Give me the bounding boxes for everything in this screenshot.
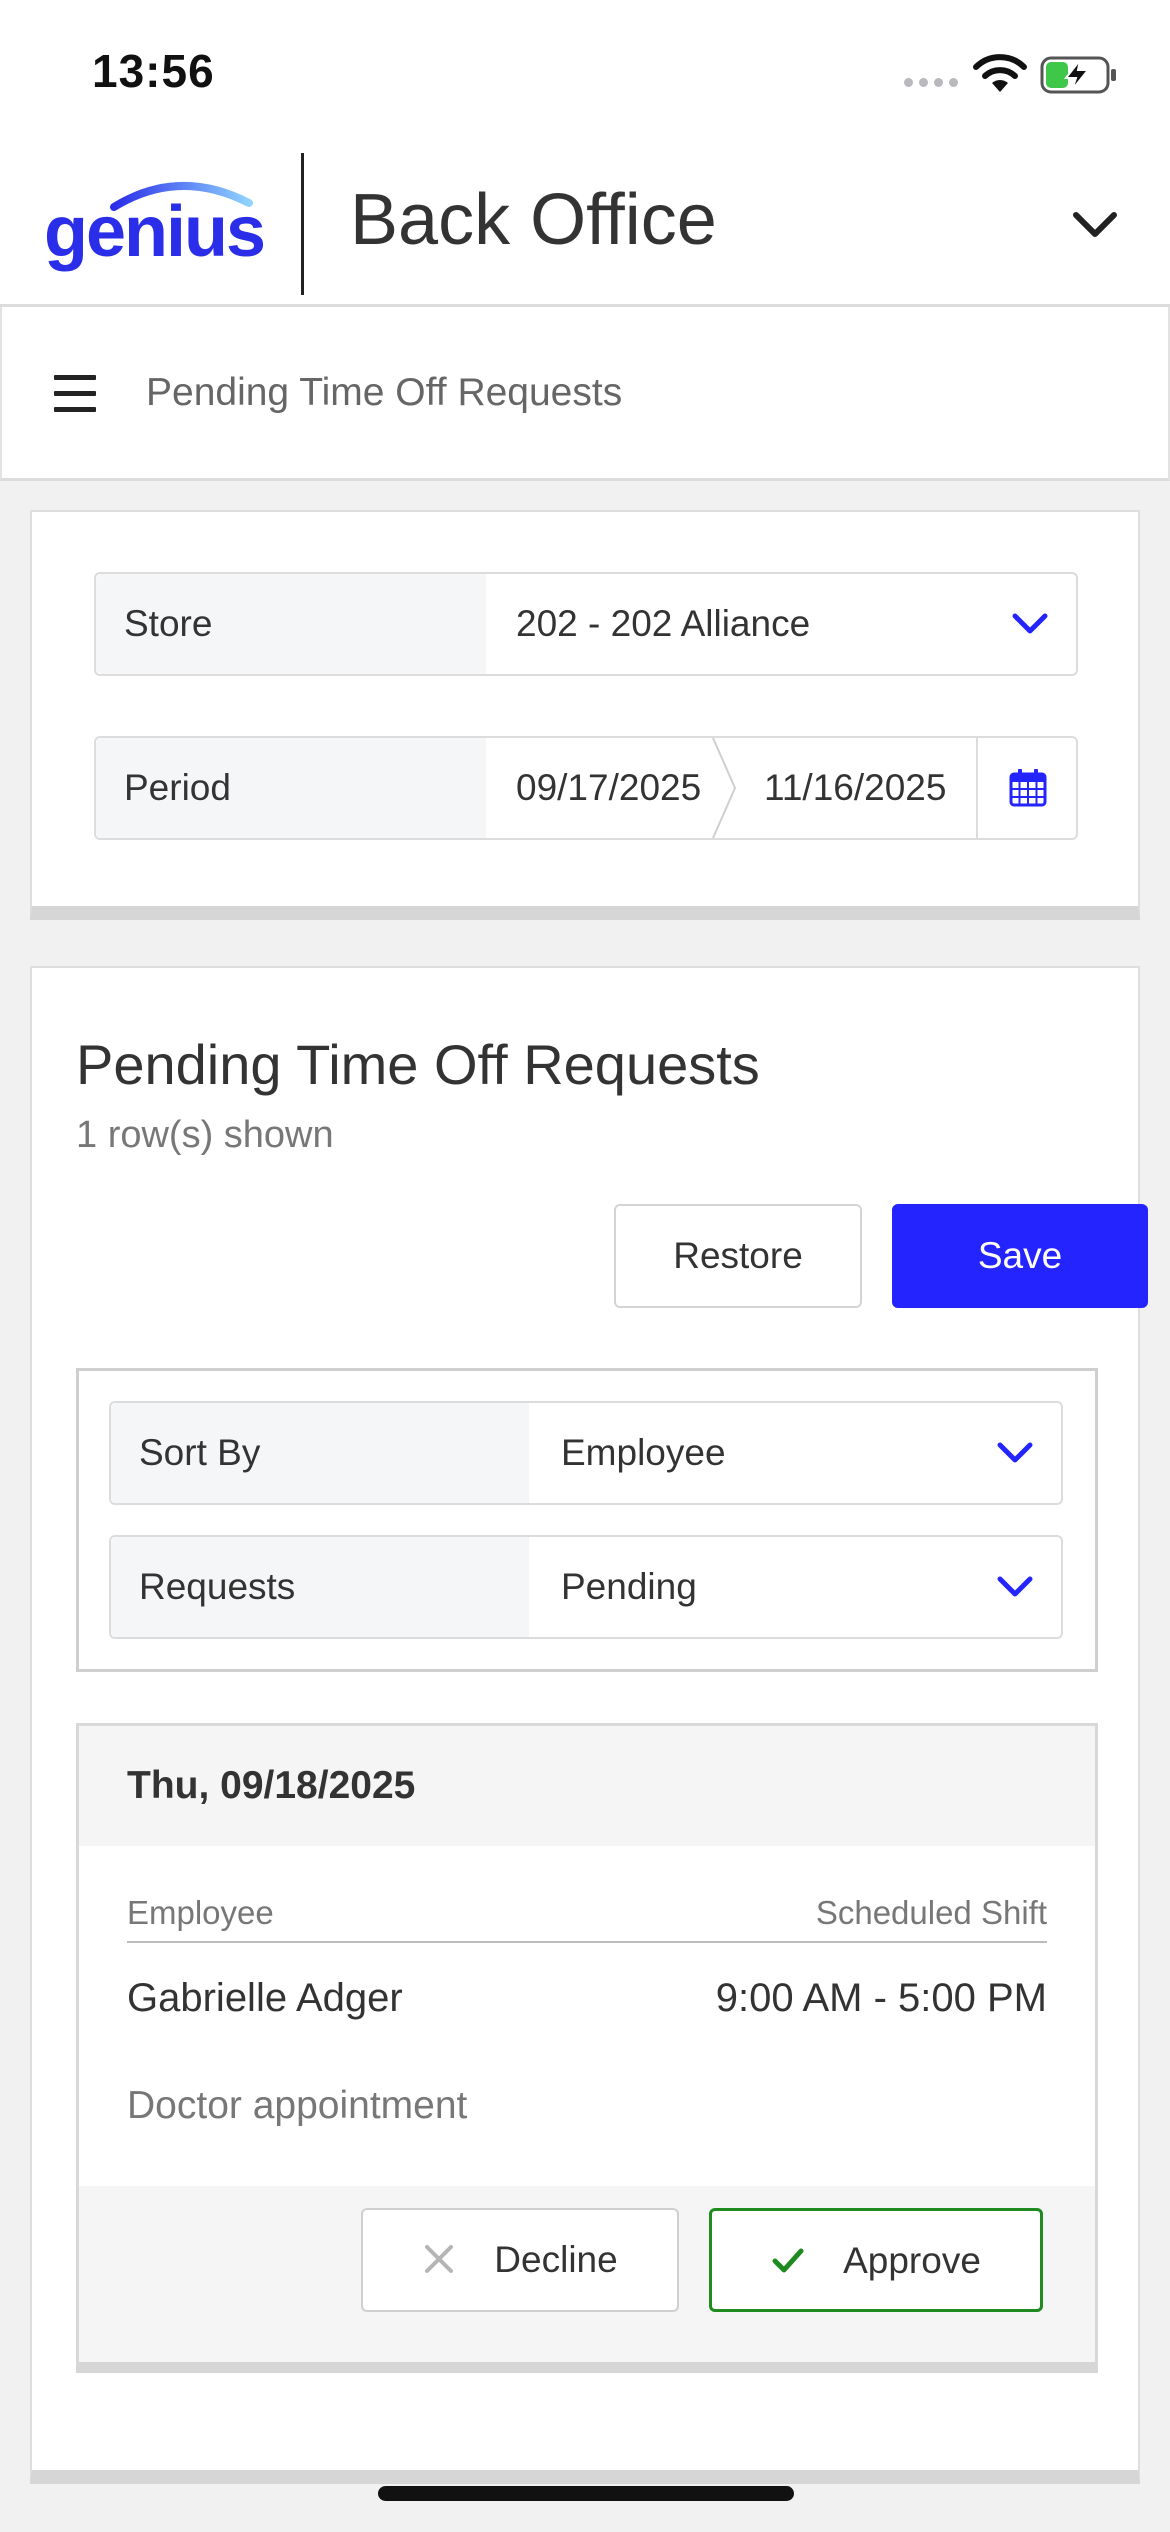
battery-charging-icon bbox=[1040, 56, 1116, 94]
sort-by-label: Sort By bbox=[111, 1403, 529, 1503]
requests-status-value: Pending bbox=[561, 1566, 697, 1607]
approve-label: Approve bbox=[843, 2240, 981, 2281]
app-title: Back Office bbox=[350, 180, 717, 260]
cellular-signal-icon bbox=[904, 78, 958, 87]
wifi-icon bbox=[973, 54, 1027, 92]
checkmark-icon bbox=[772, 2248, 804, 2273]
sort-filter-panel: Sort By Employee Requests Pending bbox=[76, 1368, 1098, 1672]
decline-label: Decline bbox=[494, 2239, 618, 2280]
logo-text: genius bbox=[44, 192, 266, 272]
calendar-button[interactable] bbox=[976, 738, 1076, 838]
row-count: 1 row(s) shown bbox=[76, 1114, 334, 1156]
period-label: Period bbox=[96, 738, 486, 838]
chevron-down-icon bbox=[997, 1442, 1033, 1463]
store-label: Store bbox=[96, 574, 486, 674]
page: 13:56 genius Back Office Pending Time Of… bbox=[0, 0, 1170, 2532]
employee-column-header: Employee bbox=[127, 1894, 274, 1931]
calendar-icon bbox=[1009, 769, 1047, 807]
period-end-date[interactable]: 11/16/2025 bbox=[764, 738, 959, 838]
approve-button[interactable]: Approve bbox=[709, 2208, 1043, 2312]
genius-logo[interactable]: genius bbox=[44, 173, 266, 273]
requests-status-label: Requests bbox=[111, 1537, 529, 1637]
breadcrumb: Pending Time Off Requests bbox=[146, 371, 623, 414]
shift-column-header: Scheduled Shift bbox=[815, 1894, 1047, 1931]
filter-card: Store 202 - 202 Alliance Period 09/17/20… bbox=[30, 510, 1140, 920]
requests-status-select[interactable]: Requests Pending bbox=[109, 1535, 1063, 1639]
employee-name: Gabrielle Adger bbox=[127, 1976, 403, 2020]
chevron-down-icon bbox=[997, 1576, 1033, 1597]
hamburger-icon[interactable] bbox=[54, 375, 98, 415]
store-value: 202 - 202 Alliance bbox=[516, 603, 811, 644]
app-header: genius Back Office bbox=[0, 145, 1170, 307]
request-reason: Doctor appointment bbox=[127, 2084, 468, 2127]
scheduled-shift: 9:00 AM - 5:00 PM bbox=[715, 1976, 1047, 2020]
close-icon bbox=[425, 2245, 454, 2274]
breadcrumb-bar: Pending Time Off Requests bbox=[0, 307, 1170, 481]
sort-by-select[interactable]: Sort By Employee bbox=[109, 1401, 1063, 1505]
requests-card: Pending Time Off Requests 1 row(s) shown… bbox=[30, 966, 1148, 2484]
section-title: Pending Time Off Requests bbox=[76, 1033, 760, 1096]
status-time: 13:56 bbox=[92, 45, 215, 97]
chevron-down-icon[interactable] bbox=[1070, 207, 1120, 243]
save-button[interactable]: Save bbox=[892, 1204, 1148, 1308]
header-divider bbox=[301, 153, 304, 295]
request-date: Thu, 09/18/2025 bbox=[79, 1726, 1095, 1846]
status-bar: 13:56 bbox=[0, 0, 1170, 145]
period-start-date[interactable]: 09/17/2025 bbox=[516, 738, 711, 838]
period-picker: Period 09/17/2025 11/16/2025 bbox=[94, 736, 1078, 840]
sort-by-value: Employee bbox=[561, 1432, 726, 1473]
home-indicator bbox=[378, 2486, 794, 2501]
chevron-down-icon bbox=[1012, 613, 1048, 634]
decline-button[interactable]: Decline bbox=[361, 2208, 679, 2312]
request-item: Thu, 09/18/2025 Employee Scheduled Shift… bbox=[76, 1723, 1098, 2373]
column-divider bbox=[127, 1941, 1047, 1943]
request-actions: Decline Approve bbox=[79, 2186, 1095, 2362]
date-range-arrow-icon bbox=[712, 738, 737, 838]
restore-button[interactable]: Restore bbox=[614, 1204, 862, 1308]
store-select[interactable]: Store 202 - 202 Alliance bbox=[94, 572, 1078, 676]
